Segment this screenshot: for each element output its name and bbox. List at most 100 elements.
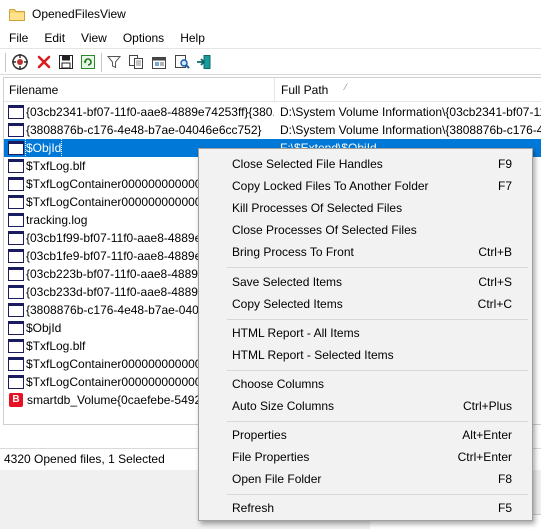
menu-separator [227, 370, 528, 371]
row-filename: tracking.log [26, 213, 88, 227]
menu-item-label: Copy Locked Files To Another Folder [232, 179, 429, 193]
table-row[interactable]: {03cb2341-bf07-11f0-aae8-4889e74253ff}{3… [4, 103, 541, 121]
file-icon [8, 213, 24, 227]
menu-item-shortcut: F5 [497, 501, 512, 515]
file-icon [8, 177, 24, 191]
menu-item-label: Save Selected Items [232, 275, 343, 289]
menu-item-shortcut: Ctrl+Plus [462, 399, 512, 413]
row-filename: {03cb1fe9-bf07-11f0-aae8-4889e [26, 249, 202, 263]
context-menu: Close Selected File Handles F9 Copy Lock… [198, 148, 533, 521]
row-path: D:\System Volume Information\{3808876b-c… [280, 123, 541, 137]
menu-open-file-folder[interactable]: Open File Folder F8 [199, 468, 532, 490]
menu-help[interactable]: Help [172, 28, 213, 48]
menu-item-label: Close Processes Of Selected Files [232, 223, 417, 237]
row-filename: $TxfLogContainer0000000000000 [26, 357, 209, 371]
menu-file-properties[interactable]: File Properties Ctrl+Enter [199, 446, 532, 468]
row-path: D:\System Volume Information\{03cb2341-b… [280, 105, 541, 119]
menu-copy-locked-files[interactable]: Copy Locked Files To Another Folder F7 [199, 175, 532, 197]
file-icon [8, 123, 24, 137]
file-icon [8, 321, 24, 335]
row-filename: {03cb1f99-bf07-11f0-aae8-4889e [26, 231, 202, 245]
file-icon [8, 195, 24, 209]
row-filename: smartdb_Volume{0caefebe-5492- [27, 393, 206, 407]
menu-separator [227, 267, 528, 268]
menu-close-processes[interactable]: Close Processes Of Selected Files [199, 219, 532, 241]
html-report-icon[interactable] [150, 53, 168, 71]
smartdb-b-icon: B [9, 393, 23, 407]
menu-choose-columns[interactable]: Choose Columns [199, 373, 532, 395]
menu-item-shortcut: Alt+Enter [462, 428, 512, 442]
menu-save-selected-items[interactable]: Save Selected Items Ctrl+S [199, 271, 532, 293]
menu-bar: File Edit View Options Help [0, 28, 541, 48]
copy-icon[interactable] [127, 53, 145, 71]
menu-auto-size-columns[interactable]: Auto Size Columns Ctrl+Plus [199, 395, 532, 417]
table-row[interactable]: {3808876b-c176-4e48-b7ae-04046e6cc752} D… [4, 121, 541, 139]
menu-item-shortcut: Ctrl+C [477, 297, 512, 311]
menu-properties[interactable]: Properties Alt+Enter [199, 424, 532, 446]
column-header-filename[interactable]: Filename [4, 78, 274, 102]
app-window: OpenedFilesView File Edit View Options H… [0, 0, 541, 529]
menu-item-label: Refresh [232, 501, 275, 515]
row-filename: {3808876b-c176-4e48-b7ae-04046 [26, 303, 213, 317]
menu-item-label: Copy Selected Items [232, 297, 343, 311]
menu-bring-process-to-front[interactable]: Bring Process To Front Ctrl+B [199, 241, 532, 263]
file-icon [8, 249, 24, 263]
file-icon [8, 303, 24, 317]
row-filename: $TxfLog.blf [26, 339, 86, 353]
exit-icon[interactable] [195, 53, 213, 71]
close-handle-icon[interactable] [35, 53, 53, 71]
menu-separator [227, 494, 528, 495]
file-icon [8, 375, 24, 389]
menu-item-label: HTML Report - All Items [232, 326, 360, 340]
refresh-icon[interactable] [79, 53, 97, 71]
row-filename: $ObjId [24, 139, 63, 157]
sort-ascending-icon: ⁄ [345, 82, 347, 92]
status-text: 4320 Opened files, 1 Selected [4, 452, 165, 466]
row-filename: $TxfLogContainer0000000000000 [26, 177, 209, 191]
row-filename: {03cb223b-bf07-11f0-aae8-4889e [26, 267, 205, 281]
row-filename: {03cb2341-bf07-11f0-aae8-4889e74253ff}{3… [26, 105, 274, 119]
row-filename: $TxfLog.blf [26, 159, 86, 173]
menu-copy-selected-items[interactable]: Copy Selected Items Ctrl+C [199, 293, 532, 315]
menu-item-label: Bring Process To Front [232, 245, 354, 259]
menu-item-label: Kill Processes Of Selected Files [232, 201, 403, 215]
save-icon[interactable] [57, 53, 75, 71]
file-icon [8, 141, 24, 155]
menu-refresh[interactable]: Refresh F5 [199, 497, 532, 519]
menu-close-selected-file-handles[interactable]: Close Selected File Handles F9 [199, 153, 532, 175]
file-icon [8, 357, 24, 371]
menu-html-report-all[interactable]: HTML Report - All Items [199, 322, 532, 344]
menu-item-shortcut: F9 [497, 157, 512, 171]
row-filename: $ObjId [26, 321, 62, 335]
file-icon [8, 267, 24, 281]
filter-icon[interactable] [105, 53, 123, 71]
toolbar-separator [101, 53, 102, 72]
menu-item-shortcut: Ctrl+S [478, 275, 512, 289]
file-icon [8, 339, 24, 353]
find-icon[interactable] [173, 53, 191, 71]
menu-item-label: Auto Size Columns [232, 399, 335, 413]
menu-kill-processes[interactable]: Kill Processes Of Selected Files [199, 197, 532, 219]
menu-item-label: Close Selected File Handles [232, 157, 383, 171]
list-header: Filename Full Path ⁄ [4, 78, 541, 102]
properties-icon[interactable] [11, 53, 29, 71]
row-filename: $TxfLogContainer0000000000000 [26, 375, 209, 389]
column-divider[interactable] [274, 78, 275, 102]
file-icon [8, 285, 24, 299]
menu-item-label: Choose Columns [232, 377, 325, 391]
menu-html-report-selected[interactable]: HTML Report - Selected Items [199, 344, 532, 366]
menu-item-label: Properties [232, 428, 287, 442]
menu-edit[interactable]: Edit [36, 28, 73, 48]
row-filename: {3808876b-c176-4e48-b7ae-04046e6cc752} [26, 123, 262, 137]
menu-options[interactable]: Options [115, 28, 172, 48]
toolbar-separator [5, 53, 6, 72]
row-filename: {03cb233d-bf07-11f0-aae8-4889e [26, 285, 205, 299]
menu-item-shortcut: Ctrl+B [478, 245, 512, 259]
menu-file[interactable]: File [0, 28, 36, 48]
menu-item-shortcut: F8 [497, 472, 512, 486]
column-header-full-path[interactable]: Full Path [276, 78, 541, 102]
toolbar [0, 48, 541, 75]
menu-separator [227, 421, 528, 422]
menu-view[interactable]: View [73, 28, 115, 48]
menu-item-shortcut: Ctrl+Enter [457, 450, 512, 464]
